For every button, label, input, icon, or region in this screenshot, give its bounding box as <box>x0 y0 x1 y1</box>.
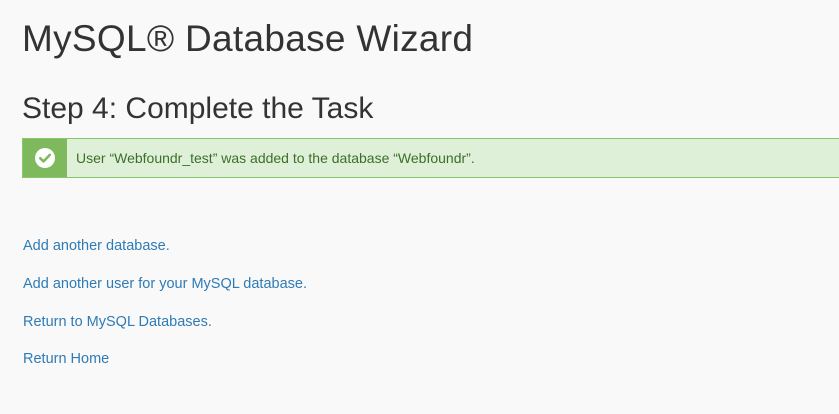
wizard-page: MySQL® Database Wizard Step 4: Complete … <box>0 0 839 414</box>
add-another-user-link[interactable]: Add another user for your MySQL database… <box>23 275 307 293</box>
page-title: MySQL® Database Wizard <box>22 18 474 59</box>
return-home-link[interactable]: Return Home <box>23 350 307 368</box>
add-another-database-link[interactable]: Add another database. <box>23 237 307 255</box>
alert-icon-box <box>23 139 67 177</box>
check-circle-icon <box>35 148 55 168</box>
success-alert: User “Webfoundr_test” was added to the d… <box>22 138 839 178</box>
wizard-links: Add another database. Add another user f… <box>23 237 307 368</box>
alert-message: User “Webfoundr_test” was added to the d… <box>76 150 475 166</box>
step-title: Step 4: Complete the Task <box>22 92 374 125</box>
return-to-mysql-databases-link[interactable]: Return to MySQL Databases. <box>23 313 307 331</box>
